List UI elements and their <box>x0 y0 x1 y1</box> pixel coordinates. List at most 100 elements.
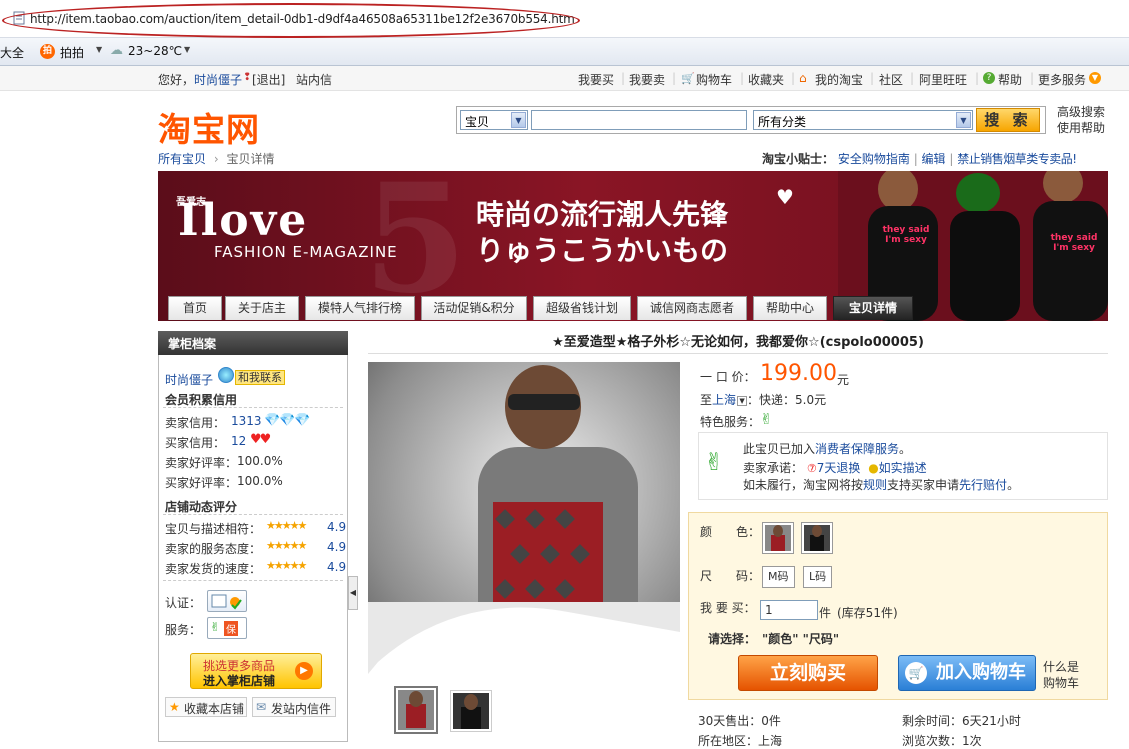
add-to-cart-button[interactable]: 🛒 加入购物车 <box>898 655 1036 691</box>
tab-savings[interactable]: 超级省钱计划 <box>533 296 631 320</box>
advanced-search-link[interactable]: 高级搜索 <box>1057 103 1105 120</box>
chevron-down-icon: ▼ <box>511 112 526 128</box>
seller-credit-label: 卖家信用： <box>165 416 226 430</box>
star-icon: ★ <box>169 700 180 714</box>
tab-home[interactable]: 首页 <box>168 296 222 320</box>
consumer-protection-icon[interactable]: ✌ 保 <box>207 617 247 639</box>
seller-name-link[interactable]: 时尚僵子 <box>165 371 213 388</box>
divider <box>163 514 343 515</box>
quantity-label: 我 要 买： <box>700 601 756 615</box>
buyer-credit-value[interactable]: 12 <box>231 434 246 448</box>
seven-day-return-link[interactable]: 7天退换 <box>817 461 861 475</box>
chevron-down-icon[interactable]: ▼ <box>737 395 748 406</box>
weather-text[interactable]: 23~28℃ <box>128 44 182 58</box>
buyer-credit-label: 买家信用： <box>165 436 226 450</box>
id-certification-icon[interactable] <box>207 590 247 612</box>
tab-help-center[interactable]: 帮助中心 <box>753 296 827 320</box>
shipping-fee: ：快递：5.0元 <box>747 393 827 407</box>
shipping-city-select[interactable]: 上海 <box>712 393 736 407</box>
nav-sell[interactable]: 我要卖 <box>629 71 665 88</box>
thumbnail-1[interactable] <box>394 686 438 734</box>
buyer-rate-value: 100.0% <box>237 474 283 488</box>
tab-model-ranking[interactable]: 模特人气排行榜 <box>305 296 415 320</box>
chevron-down-icon: ▼ <box>956 112 971 128</box>
chevron-down-icon[interactable]: ▼ <box>1089 72 1101 84</box>
dsr-service-label: 卖家的服务态度： <box>165 542 262 556</box>
search-button[interactable]: 搜 索 <box>976 108 1040 132</box>
taobao-logo[interactable]: 淘宝网 <box>158 103 260 151</box>
enter-shop-button[interactable]: 挑选更多商品 进入掌柜店铺 ▶ <box>190 653 322 689</box>
usage-help-link[interactable]: 使用帮助 <box>1057 119 1105 136</box>
dsr-service-score[interactable]: 4.9 <box>327 540 346 554</box>
banner-subtitle: FASHION E-MAGAZINE <box>214 243 398 261</box>
product-title: ★至爱造型★格子外杉☆无论如何，我都爱你☆(cspolo00005) <box>552 335 924 350</box>
dsr-shipping-score[interactable]: 4.9 <box>327 560 346 574</box>
nav-community[interactable]: 社区 <box>879 71 903 88</box>
tab-promotions[interactable]: 活动促销&积分 <box>421 296 527 320</box>
paipai-icon: 拍 <box>40 44 55 59</box>
divider <box>163 407 343 408</box>
seller-rate-label: 卖家好评率： <box>165 456 238 470</box>
wangwang-icon <box>218 367 234 383</box>
nav-buy[interactable]: 我要买 <box>578 71 614 88</box>
consumer-protection-icon[interactable]: ✌ <box>760 410 773 428</box>
shirt-text: they said I'm sexy <box>1050 233 1098 253</box>
send-message-button[interactable]: ✉ 发站内信件 <box>252 697 336 717</box>
divider <box>163 580 343 581</box>
size-option-m[interactable]: M码 <box>762 566 795 588</box>
home-icon: ⌂ <box>799 71 807 85</box>
nav-cart[interactable]: 购物车 <box>696 71 732 88</box>
buy-now-button[interactable]: 立刻购买 <box>738 655 878 691</box>
username-link[interactable]: 时尚僵子 <box>194 71 242 88</box>
consumer-protection-link[interactable]: 消费者保障服务 <box>815 442 899 456</box>
divider <box>368 353 1108 354</box>
seller-credit-value[interactable]: 1313 <box>231 414 262 428</box>
location-row: 所在地区：上海 <box>698 734 783 748</box>
size-option-l[interactable]: L码 <box>803 566 833 588</box>
search-type-select[interactable]: 宝贝 ▼ <box>460 110 528 130</box>
heart-icon: ♥ <box>776 185 794 209</box>
tips-edit[interactable]: 编辑 <box>922 152 946 166</box>
dsr-title: 店铺动态评分 <box>165 500 238 514</box>
chevron-down-icon[interactable]: ▼ <box>184 45 190 54</box>
collapse-sidebar-handle[interactable]: ◀ <box>348 576 358 610</box>
tips-tobacco[interactable]: 禁止销售烟草类专卖品! <box>957 152 1077 166</box>
quantity-input[interactable]: 1 <box>760 600 818 620</box>
color-swatch-grey[interactable] <box>762 522 794 554</box>
fav-item-daquan[interactable]: 大全 <box>0 44 24 61</box>
logout-link[interactable]: [退出] <box>252 71 285 88</box>
dsr-desc-score[interactable]: 4.9 <box>327 520 346 534</box>
product-main-image[interactable] <box>368 362 680 674</box>
rating-stars-icon: ★★★★★ <box>266 539 307 552</box>
color-swatch-black[interactable] <box>801 522 833 554</box>
favorite-shop-button[interactable]: ★ 收藏本店铺 <box>165 697 247 717</box>
nav-more-services[interactable]: 更多服务 <box>1038 71 1086 88</box>
buyer-rate-label: 买家好评率： <box>165 476 238 490</box>
nav-wangwang[interactable]: 阿里旺旺 <box>919 71 967 88</box>
nav-help[interactable]: 帮助 <box>998 71 1022 88</box>
guarantee-line: 此宝贝已加入消费者保障服务。 <box>743 442 912 456</box>
rules-link[interactable]: 规则 <box>863 478 887 492</box>
what-is-cart-link-2[interactable]: 购物车 <box>1043 674 1079 691</box>
tips-safe-shopping[interactable]: 安全购物指南 <box>838 152 910 166</box>
tab-volunteers[interactable]: 诚信网商志愿者 <box>637 296 747 320</box>
fav-item-paipai[interactable]: 拍拍 <box>60 44 84 61</box>
tab-item-detail[interactable]: 宝贝详情 <box>833 296 913 320</box>
what-is-cart-link-1[interactable]: 什么是 <box>1043 658 1079 675</box>
true-description-link[interactable]: 如实描述 <box>879 461 927 475</box>
help-icon: ? <box>983 72 995 84</box>
tab-about[interactable]: 关于店主 <box>225 296 299 320</box>
sold-row: 30天售出：0件 <box>698 714 781 728</box>
chevron-down-icon[interactable]: ▼ <box>96 45 102 54</box>
nav-favorites[interactable]: 收藏夹 <box>748 71 784 88</box>
advance-compensation-link[interactable]: 先行赔付 <box>959 478 1007 492</box>
thumbnail-2[interactable] <box>450 690 492 732</box>
nav-my-taobao[interactable]: 我的淘宝 <box>815 71 863 88</box>
bell-icon: ❢ <box>243 72 252 83</box>
price-value: 199.00 <box>760 361 837 386</box>
search-input[interactable] <box>531 110 747 130</box>
messages-link[interactable]: 站内信 <box>296 71 332 88</box>
contact-me-button[interactable]: 和我联系 <box>235 370 285 385</box>
breadcrumb-all-items[interactable]: 所有宝贝 <box>158 152 206 166</box>
category-select[interactable]: 所有分类 ▼ <box>753 110 973 130</box>
